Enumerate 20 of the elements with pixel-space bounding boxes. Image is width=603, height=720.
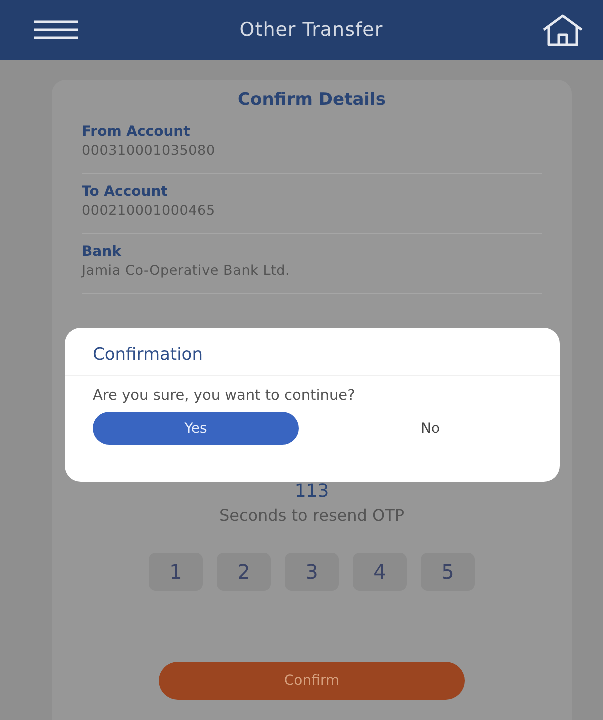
otp-digit-box[interactable]: 3 — [285, 553, 339, 591]
field-label: Bank — [82, 244, 122, 260]
otp-digit-box[interactable]: 5 — [421, 553, 475, 591]
otp-digit-box[interactable]: 1 — [149, 553, 203, 591]
field-value: 000310001035080 — [82, 143, 216, 159]
screen-title: Other Transfer — [240, 19, 384, 41]
field-label: From Account — [82, 124, 192, 140]
otp-digit-box[interactable]: 2 — [217, 553, 271, 591]
countdown-text: Seconds to resend OTP — [218, 506, 406, 525]
countdown-number: 113 — [294, 481, 330, 502]
field-value: 000210001000465 — [82, 203, 216, 219]
otp-digit-box[interactable]: 4 — [353, 553, 407, 591]
dialog-message: Are you sure, you want to continue? — [92, 387, 356, 406]
yes-button[interactable]: Yes — [93, 412, 299, 445]
confirm-button[interactable]: Confirm — [159, 662, 465, 700]
field-label: To Account — [82, 184, 169, 200]
field-value: Jamia Co-Operative Bank Ltd. — [82, 263, 292, 279]
card-title: Confirm Details — [237, 90, 387, 110]
home-icon[interactable] — [540, 13, 585, 47]
dialog-title: Confirmation — [65, 328, 560, 376]
